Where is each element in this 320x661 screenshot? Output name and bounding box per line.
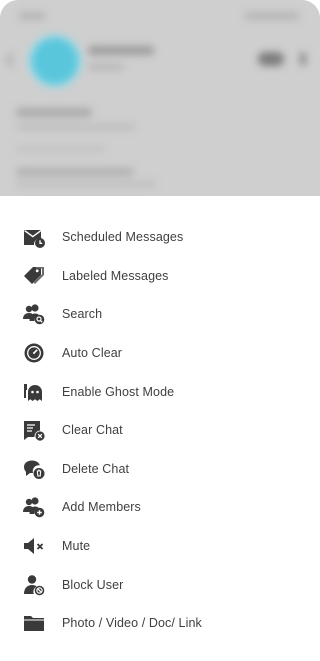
blurred-chat-profile <box>0 0 320 196</box>
more-options-icon <box>300 52 306 66</box>
content-placeholder-line <box>16 124 136 130</box>
menu-item-media-links[interactable]: Photo / Video / Doc/ Link <box>0 604 320 643</box>
content-placeholder-line <box>16 146 106 152</box>
clear-chat-icon <box>22 418 46 442</box>
menu-item-label: Search <box>62 307 103 322</box>
menu-item-label: Add Members <box>62 500 141 515</box>
toggle-placeholder <box>258 52 284 66</box>
menu-item-label: Enable Ghost Mode <box>62 384 175 399</box>
block-user-icon <box>22 573 46 597</box>
menu-item-clear-chat[interactable]: Clear Chat <box>0 411 320 450</box>
menu-item-labeled-messages[interactable]: Labeled Messages <box>0 257 320 296</box>
contact-name-placeholder <box>88 46 154 55</box>
menu-item-search[interactable]: Search <box>0 295 320 334</box>
mute-speaker-icon <box>22 534 46 558</box>
menu-item-mute[interactable]: Mute <box>0 527 320 566</box>
auto-clear-timer-icon <box>22 341 46 365</box>
folder-icon <box>22 611 46 635</box>
menu-item-add-members[interactable]: Add Members <box>0 488 320 527</box>
menu-item-scheduled-messages[interactable]: Scheduled Messages <box>0 218 320 257</box>
search-user-icon <box>22 302 46 326</box>
avatar <box>32 38 78 84</box>
menu-item-delete-chat[interactable]: Delete Chat <box>0 450 320 489</box>
menu-item-label: Scheduled Messages <box>62 230 184 245</box>
blurred-backdrop[interactable] <box>0 0 320 196</box>
chat-options-menu: Scheduled Messages Labeled Messages Sear… <box>0 218 320 643</box>
menu-item-label: Delete Chat <box>62 461 130 476</box>
contact-status-placeholder <box>88 64 124 70</box>
add-members-icon <box>22 495 46 519</box>
menu-item-label: Photo / Video / Doc/ Link <box>62 616 202 631</box>
ghost-icon <box>22 380 46 404</box>
menu-item-label: Labeled Messages <box>62 268 169 283</box>
content-placeholder-line <box>16 168 134 176</box>
content-placeholder-line <box>16 108 92 117</box>
content-placeholder-line <box>16 181 156 187</box>
menu-item-label: Block User <box>62 577 124 592</box>
menu-item-label: Auto Clear <box>62 346 123 361</box>
chat-options-sheet: Scheduled Messages Labeled Messages Sear… <box>0 196 320 661</box>
menu-item-ghost-mode[interactable]: Enable Ghost Mode <box>0 372 320 411</box>
menu-item-block-user[interactable]: Block User <box>0 565 320 604</box>
phone-screen: Scheduled Messages Labeled Messages Sear… <box>0 0 320 661</box>
menu-item-label: Clear Chat <box>62 423 123 438</box>
status-bar-indicators <box>244 12 300 20</box>
scheduled-messages-icon <box>22 225 46 249</box>
status-bar-time <box>18 12 46 20</box>
menu-item-label: Mute <box>62 539 91 554</box>
delete-chat-icon <box>22 457 46 481</box>
label-tag-icon <box>22 264 46 288</box>
menu-item-auto-clear[interactable]: Auto Clear <box>0 334 320 373</box>
back-arrow-icon <box>5 52 21 68</box>
